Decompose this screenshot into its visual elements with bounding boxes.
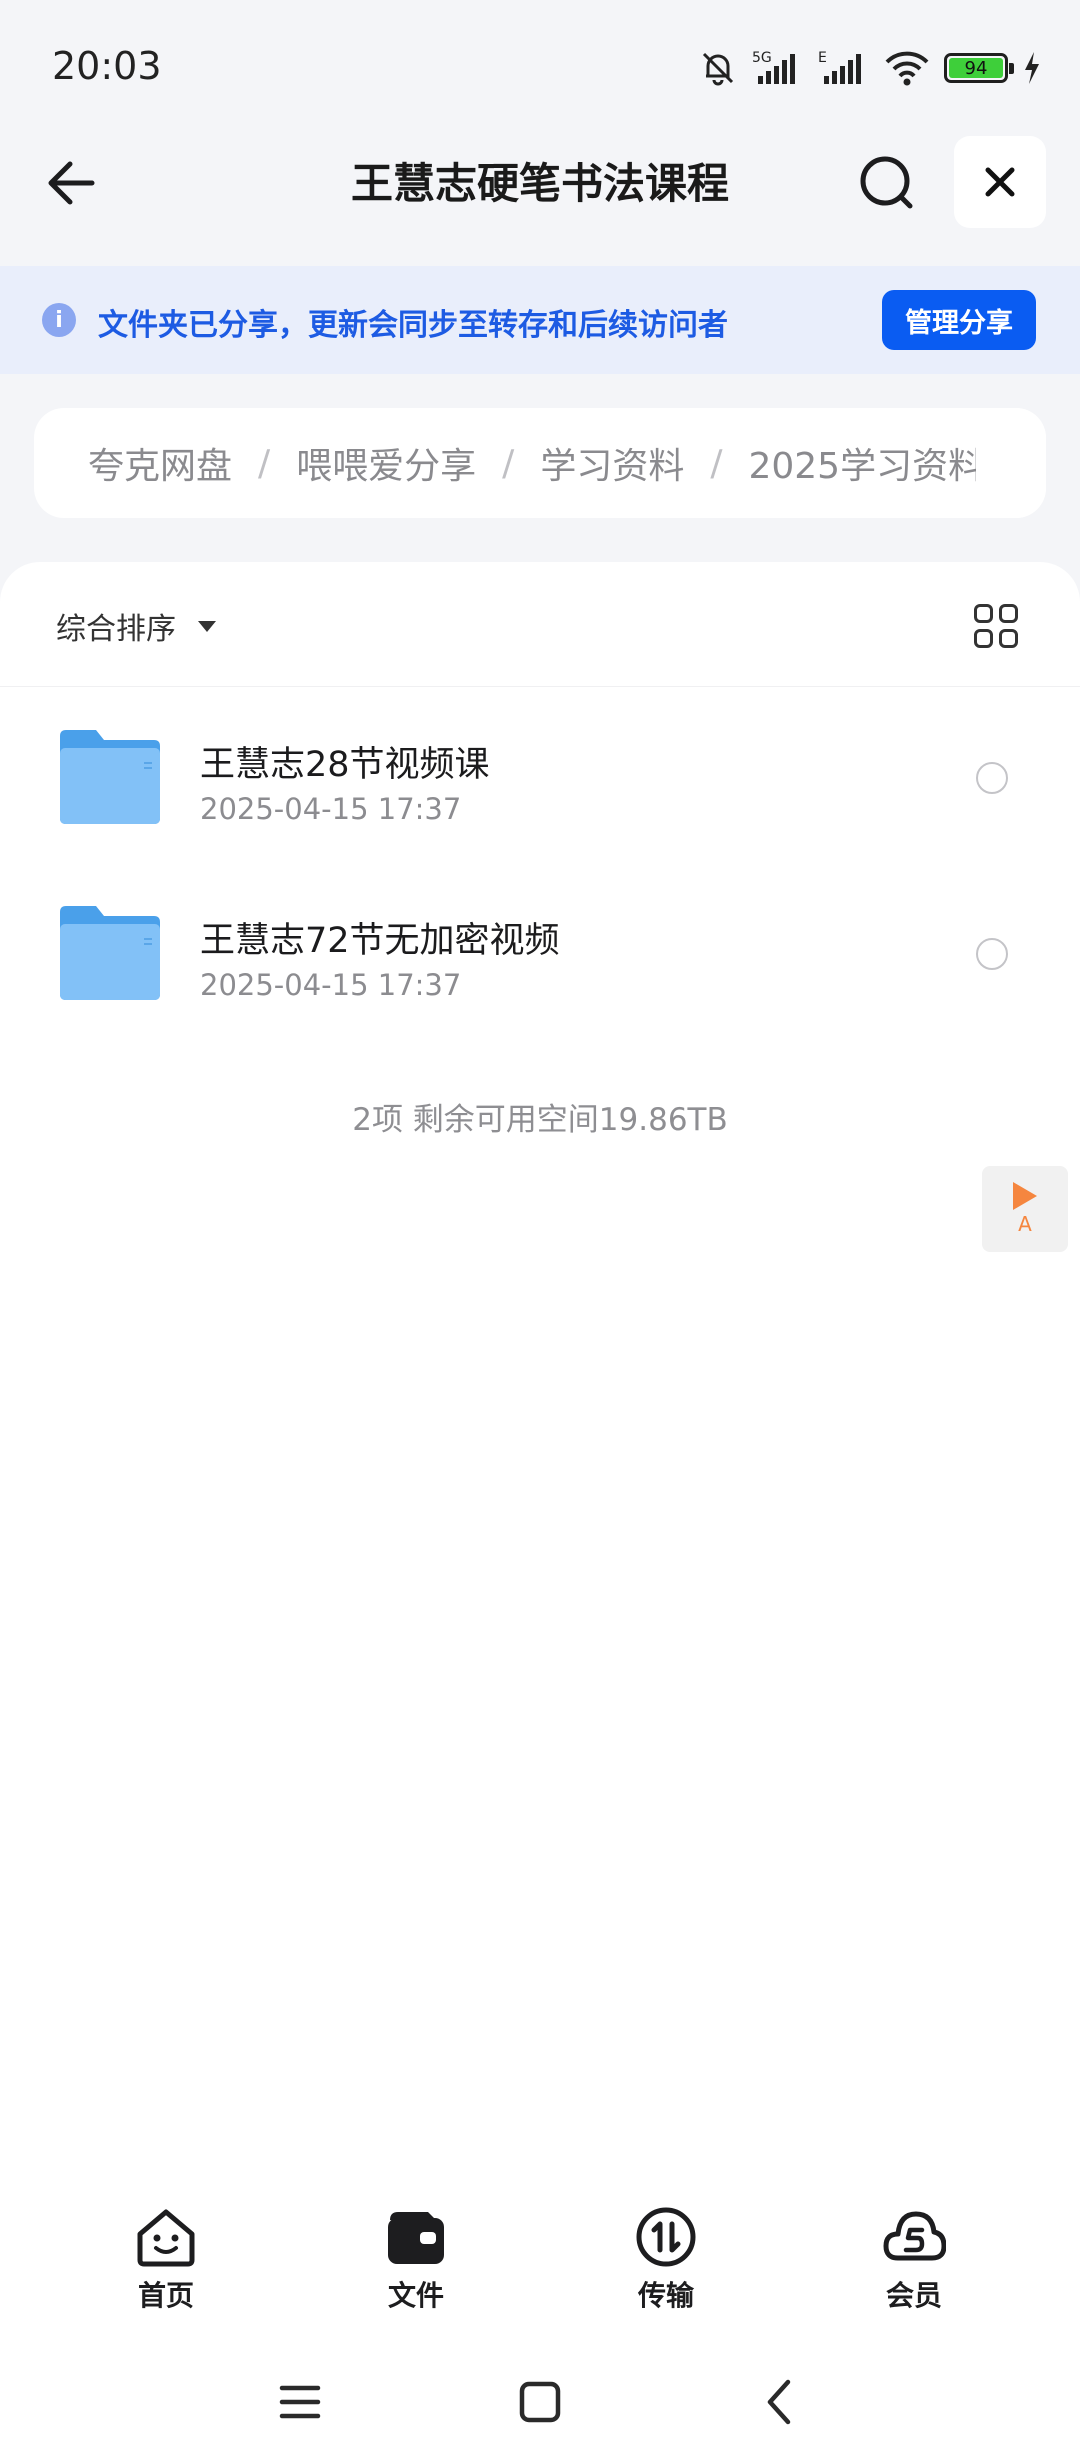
bell-off-icon [702,52,734,86]
status-time: 20:03 [52,44,162,88]
nav-label-home: 首页 [137,2279,194,2312]
wallet-files-icon [388,2212,444,2264]
svg-text:E: E [818,50,827,66]
file-date: 2025-04-15 17:37 [200,792,462,826]
close-button[interactable] [954,136,1046,228]
select-radio[interactable] [976,938,1008,970]
nav-label-member: 会员 [885,2279,942,2312]
battery-level: 94 [949,58,1003,79]
nav-item-files[interactable]: 文件 [336,2206,496,2314]
status-icons: 5G E 94 [698,44,1042,92]
charging-icon [1025,52,1039,84]
caret-down-icon [198,620,216,632]
back-chevron-icon[interactable] [750,2372,810,2432]
breadcrumb-separator: / [710,442,723,484]
storage-summary: 2项 剩余可用空间19.86TB [352,1102,728,1138]
nav-item-home[interactable]: 首页 [86,2206,246,2314]
floating-play-button[interactable]: A [982,1166,1068,1252]
menu-icon[interactable] [270,2372,330,2432]
sort-label: 综合排序 [56,612,176,647]
breadcrumb-separator: / [502,442,515,484]
signal-5g-icon: 5G [752,50,795,84]
breadcrumb-separator: / [258,442,271,484]
grid-view-icon [974,604,993,623]
info-icon: i [42,303,76,337]
close-icon [985,167,1015,197]
file-row[interactable]: 王慧志72节无加密视频 2025-04-15 17:37 [0,876,1080,1052]
wifi-icon [885,51,929,86]
file-row[interactable]: 王慧志28节视频课 2025-04-15 17:37 [0,700,1080,876]
search-button[interactable] [852,148,922,218]
breadcrumb-item[interactable]: 夸克网盘 [88,437,232,489]
file-name: 王慧志72节无加密视频 [200,921,560,961]
select-radio[interactable] [976,762,1008,794]
transfer-icon [636,2207,696,2267]
breadcrumb-item-current: 2025学习资料 [748,446,985,487]
share-banner-text: 文件夹已分享，更新会同步至转存和后续访问者 [98,308,728,343]
nav-item-transfer[interactable]: 传输 [586,2206,746,2314]
play-icon [1013,1182,1037,1210]
smile-home-icon [137,2209,195,2267]
search-icon [860,156,913,209]
system-nav-bar [0,2342,1080,2460]
file-date: 2025-04-15 17:37 [200,968,462,1002]
folder-icon [60,730,160,824]
home-square-icon[interactable] [510,2372,570,2432]
divider [0,686,1080,687]
manage-share-button[interactable]: 管理分享 [882,290,1036,350]
sort-dropdown[interactable]: 综合排序 [56,604,216,648]
folder-icon [60,906,160,1000]
floating-play-label: A [1018,1212,1032,1236]
bottom-nav: 首页 文件 传输 会员 [0,2162,1080,2342]
nav-label-files: 文件 [387,2279,444,2312]
grid-view-toggle[interactable] [974,604,1018,648]
cloud-member-icon [883,2211,946,2261]
nav-item-member[interactable]: 会员 [834,2206,994,2314]
battery-icon: 94 [944,53,1014,83]
breadcrumb: 夸克网盘 / 喂喂爱分享 / 学习资料 / 2025学习资料 [34,408,1046,518]
breadcrumb-item[interactable]: 喂喂爱分享 [296,437,476,489]
svg-text:5G: 5G [752,50,772,66]
file-name: 王慧志28节视频课 [200,745,490,785]
signal-e-icon: E [818,50,861,84]
nav-label-transfer: 传输 [637,2279,694,2312]
breadcrumb-item[interactable]: 学习资料 [540,437,684,489]
